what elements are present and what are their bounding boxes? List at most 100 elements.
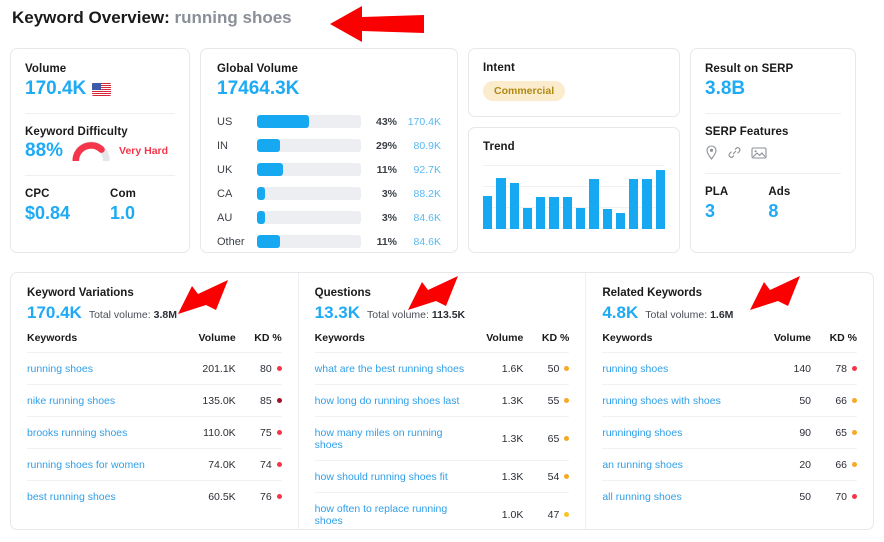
volume-cell: 140: [759, 352, 812, 385]
table-row: nike running shoes 135.0K 85: [27, 384, 282, 417]
kd-value: 50: [547, 363, 560, 375]
country-volume[interactable]: 170.4K: [397, 116, 441, 128]
map-pin-icon[interactable]: [705, 145, 718, 160]
ads-label: Ads: [768, 186, 791, 198]
volume-cell: 201.1K: [183, 352, 236, 385]
questions-title: Questions: [314, 287, 371, 299]
questions-summary: 13.3K Total volume: 113.5K: [315, 303, 570, 323]
link-icon[interactable]: [727, 145, 742, 160]
keyword-link[interactable]: how many miles on running shoes: [315, 427, 443, 451]
table-row: what are the best running shoes 1.6K 50: [314, 352, 570, 385]
trend-bar: [589, 179, 599, 229]
volume-bar-fill: [257, 115, 309, 128]
intent-badge[interactable]: Commercial: [483, 81, 566, 101]
volume-bar-fill: [257, 163, 283, 176]
keyword-cell: what are the best running shoes: [314, 352, 472, 385]
related-keywords-table: Keywords Volume KD % running shoes 140 78 r…: [602, 332, 858, 512]
volume-cell: 135.0K: [183, 384, 236, 417]
volume-cell: 60.5K: [183, 480, 236, 512]
keyword-link[interactable]: runninging shoes: [602, 427, 682, 439]
col-keywords: Keywords: [27, 332, 78, 344]
trend-chart: [483, 165, 665, 229]
trend-bar: [642, 179, 652, 229]
keyword-cell: all running shoes: [602, 480, 760, 512]
country-volume[interactable]: 92.7K: [397, 164, 441, 176]
keyword-link[interactable]: how long do running shoes last: [315, 395, 460, 407]
keyword-link[interactable]: running shoes: [602, 363, 668, 375]
trend-bar: [615, 213, 626, 229]
questions-column: Questions 13.3K Total volume: 113.5K Key…: [297, 273, 586, 536]
kd-dot-icon: [276, 494, 282, 499]
keyword-cell: running shoes with shoes: [602, 384, 760, 417]
kd-cell: 50: [523, 352, 570, 385]
pla-value: 3: [705, 201, 716, 221]
image-icon[interactable]: [751, 146, 767, 160]
keyword-variations-title: Keyword Variations: [27, 287, 134, 299]
keyword-link[interactable]: brooks running shoes: [27, 427, 127, 439]
keyword-cell: best running shoes: [27, 480, 184, 512]
keyword-link[interactable]: best running shoes: [27, 491, 116, 503]
trend-bar: [549, 197, 559, 229]
kd-value: 80: [259, 363, 272, 375]
volume-cell: 110.0K: [183, 416, 236, 449]
keyword-cell: runninging shoes: [602, 416, 760, 449]
keyword-link[interactable]: all running shoes: [602, 491, 681, 503]
keyword-link[interactable]: how often to replace running shoes: [315, 503, 448, 527]
country-volume[interactable]: 84.6K: [397, 212, 441, 224]
table-row: how should running shoes fit 1.3K 54: [314, 460, 570, 493]
com-block: Com 1.0: [110, 188, 136, 224]
result-on-serp-label: Result on SERP: [705, 63, 794, 75]
keyword-link[interactable]: running shoes for women: [27, 459, 145, 471]
kd-cell: 70: [811, 480, 858, 512]
keyword-link[interactable]: running shoes: [27, 363, 93, 375]
volume-bar-track: [257, 115, 361, 128]
country-volume[interactable]: 80.9K: [397, 140, 441, 152]
kd-value: 70: [835, 491, 848, 503]
kd-dot-icon: [852, 366, 858, 371]
country-code: Other: [217, 235, 245, 248]
volume-value-row: 170.4K: [25, 78, 175, 100]
keyword-cell: brooks running shoes: [27, 416, 184, 449]
volume-bar-fill: [257, 235, 280, 248]
kd-dot-icon: [276, 398, 282, 403]
country-percent: 43%: [375, 115, 397, 128]
table-row: running shoes with shoes 50 66: [602, 384, 858, 417]
kd-dot-icon: [852, 494, 858, 499]
keyword-cell: nike running shoes: [27, 384, 184, 417]
country-volume[interactable]: 88.2K: [397, 188, 441, 200]
difficulty-gauge-icon: [72, 141, 110, 161]
pla-block: PLA 3: [705, 186, 728, 222]
kd-value: 78: [835, 363, 848, 375]
pla-label: PLA: [705, 186, 729, 198]
kd-value: 55: [547, 395, 560, 407]
keyword-variations-table: Keywords Volume KD % running shoes 201.1K…: [27, 332, 282, 512]
table-row: running shoes 140 78: [602, 352, 858, 385]
keyword-variations-total: Total volume: 3.8M: [89, 309, 177, 321]
keyword-link[interactable]: running shoes with shoes: [602, 395, 721, 407]
country-percent: 11%: [376, 235, 397, 248]
annotation-arrow-header: [330, 6, 424, 42]
col-keywords: Keywords: [314, 332, 365, 344]
keyword-link[interactable]: nike running shoes: [27, 395, 115, 407]
volume-bar-fill: [257, 211, 266, 224]
related-keywords-column: Related Keywords 4.8K Total volume: 1.6M…: [585, 273, 873, 529]
keyword-link[interactable]: what are the best running shoes: [315, 363, 464, 375]
kd-cell: 65: [811, 416, 858, 449]
col-volume: Volume: [486, 332, 524, 344]
questions-total: Total volume: 113.5K: [367, 309, 465, 321]
country-code: CA: [217, 187, 233, 200]
cpc-com-row: CPC $0.84 Com 1.0: [25, 188, 175, 224]
keyword-link[interactable]: how should running shoes fit: [315, 471, 448, 483]
country-code: IN: [217, 139, 228, 152]
ads-value: 8: [768, 201, 779, 221]
trend-bar: [655, 170, 665, 229]
keyword-link[interactable]: an running shoes: [602, 459, 683, 471]
com-value: 1.0: [110, 203, 136, 223]
col-kd: KD %: [254, 332, 282, 344]
country-volume[interactable]: 84.6K: [397, 236, 441, 248]
ads-block: Ads 8: [768, 186, 790, 222]
table-row: best running shoes 60.5K 76: [27, 480, 282, 512]
related-keywords-count: 4.8K: [602, 303, 639, 322]
global-volume-list: US 43% 170.4K IN 29% 80.9K UK 11% 92.7K CA 3% 88.2K…: [217, 111, 441, 252]
kd-value: 74: [259, 459, 272, 471]
